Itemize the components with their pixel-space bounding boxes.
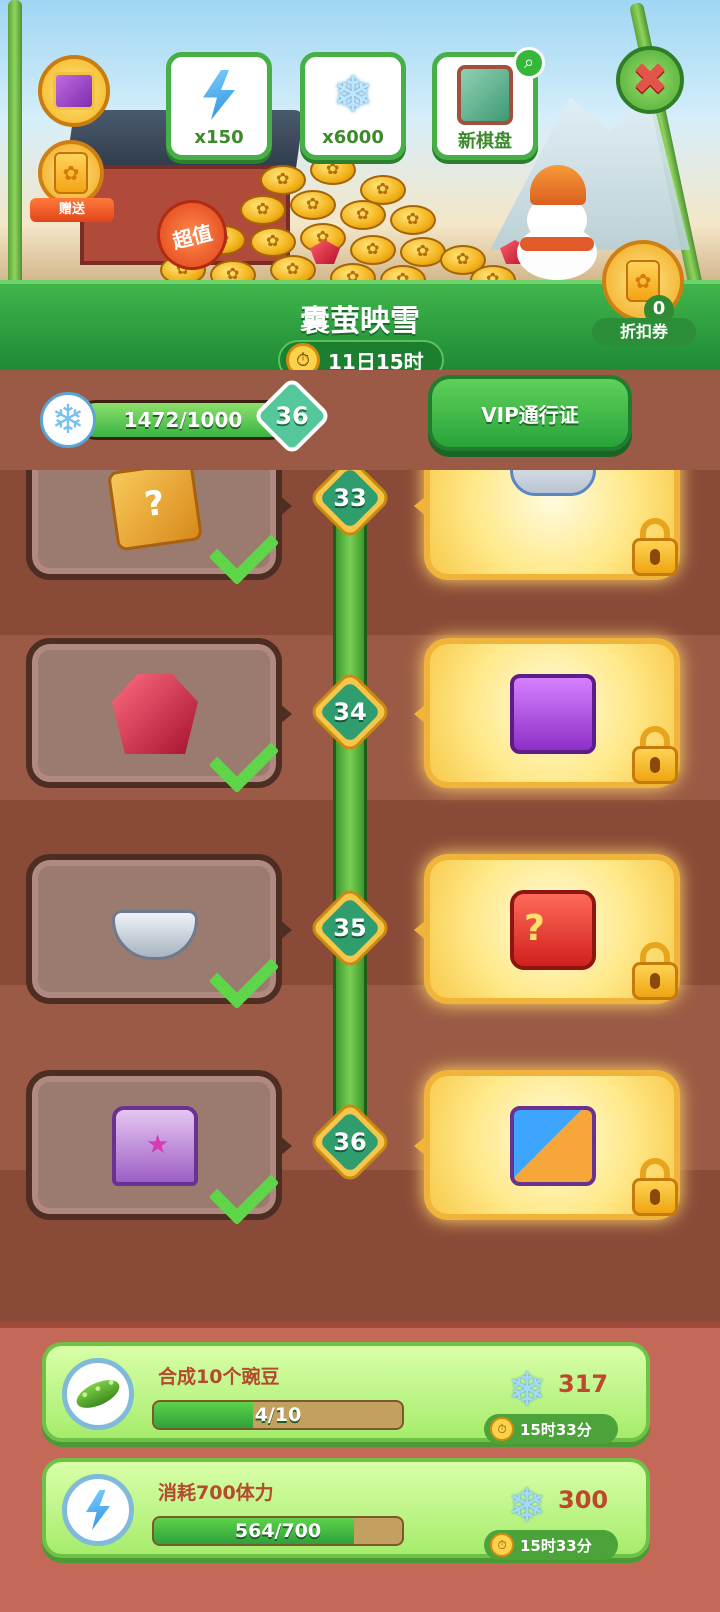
task-description: 合成10个豌豆 xyxy=(158,1366,280,1388)
magnifier-icon[interactable]: ⌕ xyxy=(513,47,545,79)
multi-chest-bundle-icon xyxy=(510,1106,596,1186)
free-reward-card-33[interactable]: ? xyxy=(26,470,292,580)
lock-icon xyxy=(630,726,680,784)
check-icon xyxy=(216,516,278,568)
task-timer: ⏱ 15时33分 xyxy=(484,1530,618,1560)
level-node-34: 34 xyxy=(307,669,393,755)
task-description: 消耗700体力 xyxy=(158,1482,274,1504)
snowflake-icon: ❄ xyxy=(507,1478,547,1532)
free-reward-card-35[interactable] xyxy=(26,854,292,1004)
silver-bowl-icon xyxy=(112,910,198,960)
level-node-36: 36 xyxy=(307,1099,393,1185)
snowman-mascot xyxy=(512,165,602,280)
free-reward-card-36[interactable] xyxy=(26,1070,292,1220)
vip-pass-button[interactable]: VIP通行证 xyxy=(428,375,632,451)
task-timer: ⏱ 15时33分 xyxy=(484,1414,618,1444)
task-panel: 合成10个豌豆 4/10 ❄ 317 ⏱ 15时33分 消耗700体力 564/… xyxy=(0,1322,720,1612)
event-progress-text: 1472/1000 xyxy=(123,408,243,432)
task-progress-text: 564/700 xyxy=(234,1520,322,1542)
task-item-stamina[interactable]: 消耗700体力 564/700 ❄ 300 ⏱ 15时33分 xyxy=(42,1458,650,1560)
reward-snowflake-card[interactable]: ❄ x6000 xyxy=(300,52,406,160)
bamboo-decoration xyxy=(8,0,22,300)
check-icon xyxy=(216,724,278,776)
vip-reward-card-36[interactable] xyxy=(414,1070,680,1220)
task-reward-amount: 300 xyxy=(558,1486,609,1514)
clock-icon: ⏱ xyxy=(490,1533,514,1557)
gift-chest-button[interactable] xyxy=(38,55,110,127)
free-reward-card-34[interactable] xyxy=(26,638,292,788)
level-number: 36 xyxy=(333,1128,367,1156)
red-mystery-chest-icon xyxy=(510,890,596,970)
shell-bowl-icon xyxy=(510,470,596,496)
ticket-icon: ✿ xyxy=(54,152,88,194)
snowflake-icon: ❄ xyxy=(507,1362,547,1416)
lock-icon xyxy=(630,942,680,1000)
purple-chest-icon xyxy=(510,674,596,754)
discount-label: 折扣券 xyxy=(592,318,696,346)
task-item-peas[interactable]: 合成10个豌豆 4/10 ❄ 317 ⏱ 15时33分 xyxy=(42,1342,650,1444)
pea-icon xyxy=(72,1374,124,1414)
task-timer-text: 15时33分 xyxy=(520,1536,592,1555)
lock-icon xyxy=(630,1158,680,1216)
check-icon xyxy=(216,1156,278,1208)
level-node-33: 33 xyxy=(307,470,393,541)
clock-icon: ⏱ xyxy=(490,1417,514,1441)
snowflake-icon: ❄ xyxy=(332,67,374,123)
ruby-gem-icon xyxy=(112,674,198,754)
energy-bolt-icon xyxy=(86,1490,110,1530)
level-number: 34 xyxy=(333,698,367,726)
level-track xyxy=(333,470,367,1150)
vip-reward-card-35[interactable] xyxy=(414,854,680,1004)
close-button[interactable]: ✖ xyxy=(616,46,684,114)
check-icon xyxy=(216,940,278,992)
level-number: 35 xyxy=(333,914,367,942)
task-progress-bar: 4/10 xyxy=(152,1400,404,1430)
reward-new-board-label: 新棋盘 xyxy=(458,131,512,152)
level-node-35: 35 xyxy=(307,885,393,971)
lock-icon xyxy=(630,518,680,576)
reward-snowflake-amount: x6000 xyxy=(322,127,384,148)
vip-reward-card-33[interactable] xyxy=(414,470,680,580)
task-reward-amount: 317 xyxy=(558,1370,609,1398)
task-timer-text: 15时33分 xyxy=(520,1420,592,1439)
snowflake-icon: ❄ xyxy=(40,392,96,448)
chessboard-icon xyxy=(457,65,513,125)
gift-box-icon xyxy=(53,72,95,110)
send-gift-label: 赠送 xyxy=(30,198,114,222)
discount-coupon-button[interactable]: ✿ 0 折扣券 xyxy=(592,240,696,348)
close-icon: ✖ xyxy=(631,54,669,105)
level-reward-list[interactable]: ? 33 34 35 36 xyxy=(0,470,720,1322)
energy-bolt-icon xyxy=(203,70,235,120)
task-progress-text: 4/10 xyxy=(254,1404,302,1426)
current-level-text: 36 xyxy=(275,402,309,430)
reward-energy-card[interactable]: x150 xyxy=(166,52,272,160)
reward-energy-amount: x150 xyxy=(194,127,244,148)
vip-reward-card-34[interactable] xyxy=(414,638,680,788)
reward-new-board-card[interactable]: 新棋盘 ⌕ xyxy=(432,47,545,160)
mystery-box-icon: ? xyxy=(106,470,204,552)
purple-star-chest-icon xyxy=(112,1106,198,1186)
send-gift-button[interactable]: ✿ 赠送 xyxy=(30,140,114,224)
task-progress-bar: 564/700 xyxy=(152,1516,404,1546)
level-number: 33 xyxy=(333,484,367,512)
